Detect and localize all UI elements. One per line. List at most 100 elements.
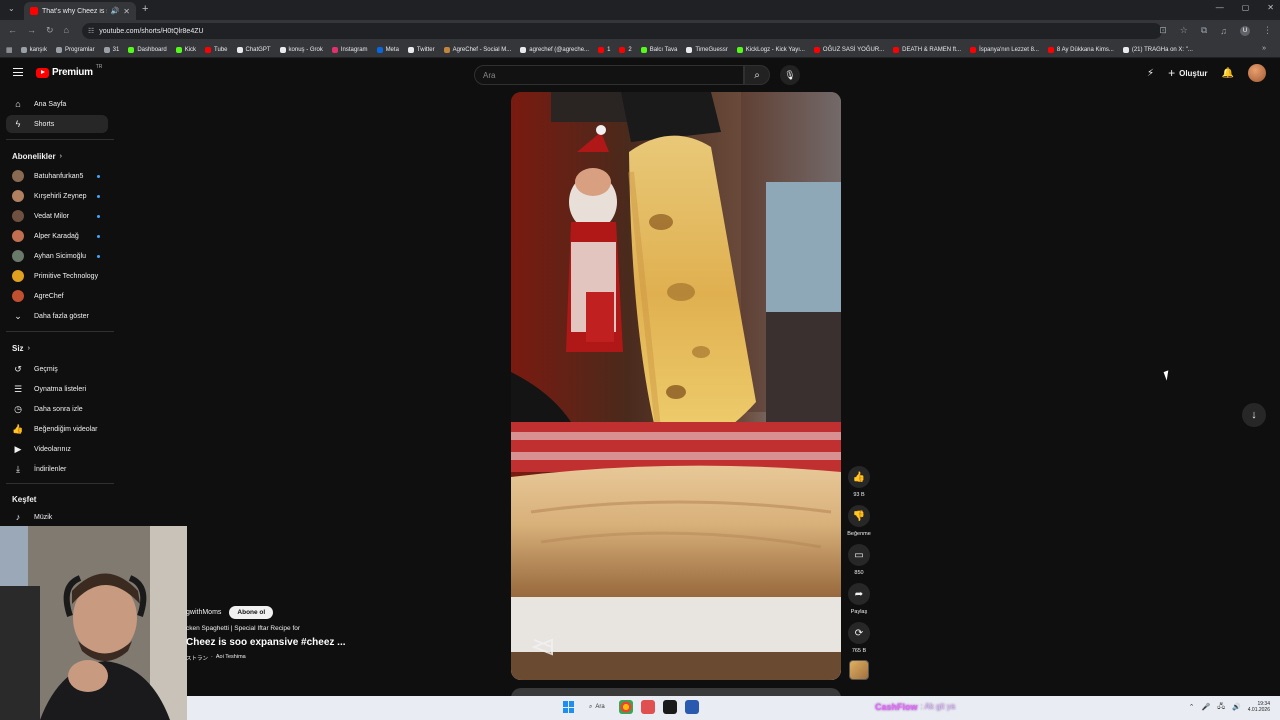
you-heading[interactable]: Siz › [12, 344, 30, 353]
browser-tab-active[interactable]: That's why Cheez is soo exp 🔊 ✕ [24, 2, 136, 20]
address-bar[interactable]: ☷ youtube.com/shorts/H0tQlr8e4ZU [82, 23, 1162, 39]
media-icon[interactable]: ♫ [1220, 26, 1227, 36]
bookmark-item[interactable]: Balcı Tava [640, 46, 677, 53]
sidebar-item-watch-later[interactable]: ◷ Daha sonra izle [6, 400, 108, 418]
bookmark-item[interactable]: 1 [598, 46, 610, 53]
bookmark-item[interactable]: kanşık [20, 46, 47, 53]
sidebar-subscription-item[interactable]: Ayhan Sicimoğlu [6, 247, 108, 265]
cast-icon[interactable]: ⚡ [1147, 68, 1154, 79]
sidebar-item-like[interactable]: 👍 Beğendiğim videolar [6, 420, 108, 438]
sidebar-item-shorts[interactable]: ϟ Shorts [6, 115, 108, 133]
sidebar-item-playlist[interactable]: ☰ Oynatma listeleri [6, 380, 108, 398]
bookmark-item[interactable]: Dashboard [128, 46, 167, 53]
remix-icon[interactable]: ⟳ [848, 622, 870, 644]
windows-start-icon[interactable] [563, 701, 575, 713]
back-arrow-icon[interactable]: ← [8, 25, 17, 36]
remix-action[interactable]: ⟳ 765 B [845, 622, 873, 654]
channel-name[interactable]: gwithMoms [186, 609, 221, 616]
comment-icon[interactable]: ▭ [848, 544, 870, 566]
sidebar-subscription-item[interactable]: Batuhanfurkan5 [6, 167, 108, 185]
sidebar-subscription-item[interactable]: AgreChef [6, 287, 108, 305]
like-action[interactable]: 👍 93 B [845, 466, 873, 498]
taskbar-search[interactable]: ⌕ Ara [583, 702, 611, 713]
site-info-icon[interactable]: ☷ [88, 27, 94, 35]
bookmark-item[interactable]: İspanya'nın Lezzet 8... [970, 46, 1039, 53]
bookmark-item[interactable]: Tube [205, 46, 228, 53]
dislike-action[interactable]: 👎 Beğenme [845, 505, 873, 537]
show-more-button[interactable]: ⌄ Daha fazla göster [6, 307, 108, 325]
chrome-app-icon[interactable] [618, 700, 633, 714]
sidebar-item-your-videos[interactable]: ▶ Videolarınız [6, 440, 108, 458]
volume-icon[interactable]: 🔊 [1232, 703, 1241, 711]
sidebar-item-history[interactable]: ↺ Geçmiş [6, 360, 108, 378]
sidebar-subscription-item[interactable]: Vedat Milor [6, 207, 108, 225]
account-avatar[interactable] [1248, 64, 1266, 82]
terminal-app-icon[interactable] [662, 700, 677, 714]
bookmark-item[interactable]: KickLogz - Kick Yayı... [736, 46, 805, 53]
bookmark-item[interactable]: 31 [103, 46, 119, 53]
bookmark-item[interactable]: Instagram [331, 46, 368, 53]
bookmark-item[interactable]: (21) TRAGHa on X: "... [1122, 46, 1193, 53]
bookmark-item[interactable]: ChatGPT [236, 46, 271, 53]
browser-menu-icon[interactable]: ⋮ [1263, 25, 1272, 36]
sidebar-item-home[interactable]: ⌂ Ana Sayfa [6, 95, 108, 113]
bookmarks-more-icon[interactable]: » [1262, 45, 1266, 52]
sidebar-subscription-item[interactable]: Primitive Technology [6, 267, 108, 285]
create-button[interactable]: + Oluştur [1168, 66, 1207, 80]
bookmark-item[interactable]: agrechef (@agreche... [520, 46, 589, 53]
short-title[interactable]: Cheez is soo expansive #cheez ... [186, 637, 506, 648]
bookmark-item[interactable]: TimeGuessr [686, 46, 728, 53]
extensions-icon[interactable]: ⧉ [1201, 25, 1207, 36]
bookmark-item[interactable]: AgreChef - Social M... [443, 46, 511, 53]
subscriptions-heading[interactable]: Abonelikler › [12, 152, 62, 161]
sidebar-item-music[interactable]: ♪ Müzik [6, 508, 108, 526]
bookmark-item[interactable]: Twitter [407, 46, 435, 53]
shorts-video-player[interactable] [511, 92, 841, 680]
like-thumb-icon[interactable]: 👍 [848, 466, 870, 488]
menu-hamburger-icon[interactable] [13, 68, 23, 76]
audio-source-thumbnail[interactable] [849, 660, 869, 680]
obs-app-icon[interactable] [640, 700, 655, 714]
editor-app-icon[interactable] [684, 700, 699, 714]
minimize-icon[interactable]: — [1216, 3, 1224, 12]
subscribe-button[interactable]: Abone ol [229, 606, 274, 619]
close-window-icon[interactable]: ✕ [1267, 3, 1274, 12]
music-info[interactable]: ストラン · Aoi Teshima [186, 654, 506, 662]
network-icon[interactable]: 🖧 [1217, 702, 1225, 713]
sidebar-subscription-item[interactable]: Kırşehirli Zeynep [6, 187, 108, 205]
reload-icon[interactable]: ↻ [46, 25, 54, 36]
maximize-icon[interactable]: ▢ [1242, 3, 1250, 12]
short-description[interactable]: cken Spaghetti | Special Iftar Recipe fo… [186, 625, 506, 632]
tray-chevron-icon[interactable]: ⌃ [1189, 703, 1195, 711]
profile-avatar-icon[interactable]: U [1240, 25, 1250, 36]
bookmark-item[interactable]: DEATH & RAMEN ft... [893, 46, 961, 53]
apps-grid-icon[interactable]: ▦ [6, 46, 13, 54]
new-tab-plus-icon[interactable]: + [142, 3, 148, 15]
bookmark-item[interactable]: Programlar [55, 46, 95, 53]
next-short-arrow-icon[interactable]: ↓ [1242, 403, 1266, 427]
comment-action[interactable]: ▭ 850 [845, 544, 873, 576]
share-action[interactable]: ➦ Paylaş [845, 583, 873, 615]
notifications-bell-icon[interactable]: 🔔 [1222, 68, 1234, 79]
mic-tray-icon[interactable]: 🎤 [1202, 703, 1211, 711]
bookmark-star-icon[interactable]: ☆ [1180, 25, 1188, 36]
bookmark-item[interactable]: 8 Ay Dükkana Kims... [1047, 46, 1114, 53]
bookmark-item[interactable]: Kick [175, 46, 196, 53]
share-arrow-icon[interactable]: ➦ [848, 583, 870, 605]
search-input[interactable]: Ara [474, 65, 744, 85]
voice-search-button[interactable]: 🎙 [780, 65, 800, 85]
dislike-thumb-icon[interactable]: 👎 [848, 505, 870, 527]
bookmark-item[interactable]: konuş - Grok [279, 46, 323, 53]
taskbar-clock[interactable]: 19:34 4.01.2026 [1248, 701, 1270, 713]
forward-arrow-icon[interactable]: → [27, 25, 36, 36]
bookmark-item[interactable]: 2 [619, 46, 632, 53]
tab-close-icon[interactable]: ✕ [123, 7, 130, 16]
home-icon[interactable]: ⌂ [64, 25, 69, 36]
sidebar-subscription-item[interactable]: Alper Karadağ [6, 227, 108, 245]
audio-icon[interactable]: 🔊 [111, 7, 120, 15]
install-icon[interactable]: ⊡ [1159, 25, 1167, 36]
search-button[interactable]: ⌕ [744, 65, 770, 85]
bookmark-item[interactable]: Meta [376, 46, 399, 53]
youtube-premium-logo[interactable]: Premium TR [36, 64, 102, 78]
bookmark-item[interactable]: OĞUZ SASİ YOĞUR... [813, 46, 884, 53]
